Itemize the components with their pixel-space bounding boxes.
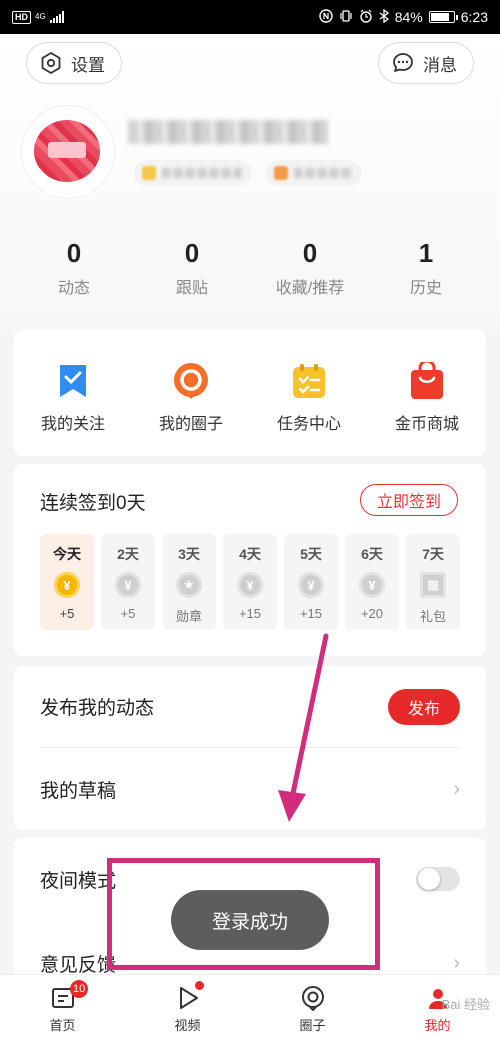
- publish-title: 发布我的动态: [40, 698, 155, 719]
- signin-day[interactable]: 今天 ¥ +5: [40, 534, 94, 630]
- watermark: Bai 经验: [441, 997, 490, 1012]
- signin-day[interactable]: 7天 ▦ 礼包: [406, 534, 460, 630]
- quick-links-card: 我的关注 我的圈子 任务中心 金币商城: [14, 330, 486, 456]
- signin-day[interactable]: 2天 ¥ +5: [101, 534, 155, 630]
- profile-header: 设置 消息 0 动态 0 跟贴 0 收藏/推荐 1 历史: [0, 34, 500, 330]
- settings-icon: [41, 52, 61, 74]
- quick-link-following[interactable]: 我的关注: [14, 330, 132, 456]
- annotation-highlight-box: [107, 858, 380, 970]
- drafts-row[interactable]: 我的草稿 ›: [40, 748, 460, 830]
- messages-label: 消息: [423, 55, 457, 75]
- quick-link-circles[interactable]: 我的圈子: [132, 330, 250, 456]
- signin-day[interactable]: 5天 ¥ +15: [284, 534, 338, 630]
- chevron-right-icon: ›: [453, 777, 460, 800]
- nav-video[interactable]: 视频: [125, 975, 250, 1039]
- message-icon: [393, 53, 413, 72]
- coin-icon: ¥: [237, 572, 263, 598]
- battery-icon: [428, 11, 458, 23]
- feedback-label: 意见反馈: [40, 954, 117, 976]
- stat-posts[interactable]: 0 动态: [0, 238, 148, 298]
- coin-icon: ¥: [54, 572, 80, 598]
- signin-day[interactable]: 3天 ★ 勋章: [162, 534, 216, 630]
- vibrate-icon: [339, 9, 353, 26]
- avatar[interactable]: [22, 106, 114, 198]
- username-blurred[interactable]: [128, 120, 328, 144]
- publish-row[interactable]: 发布我的动态 发布: [40, 666, 460, 748]
- night-mode-label: 夜间模式: [40, 870, 117, 892]
- battery-percent: 84%: [394, 9, 423, 25]
- nfc-icon: [319, 8, 333, 26]
- coin-icon: ¥: [359, 572, 385, 598]
- stat-history[interactable]: 1 历史: [384, 238, 468, 298]
- night-mode-toggle[interactable]: [416, 867, 460, 891]
- drafts-label: 我的草稿: [40, 780, 117, 802]
- circle-chat-icon: [174, 363, 208, 399]
- signin-day[interactable]: 6天 ¥ +20: [345, 534, 399, 630]
- alarm-icon: [359, 9, 373, 26]
- nav-circle[interactable]: 圈子: [250, 975, 375, 1039]
- signal-icon: [49, 11, 64, 23]
- settings-label: 设置: [71, 55, 105, 75]
- signin-day[interactable]: 4天 ¥ +15: [223, 534, 277, 630]
- settings-button[interactable]: 设置: [26, 42, 122, 84]
- bluetooth-icon: [379, 8, 389, 26]
- coin-icon: ¥: [115, 572, 141, 598]
- circle-icon: [301, 986, 324, 1011]
- signin-card: 连续签到0天 立即签到 今天 ¥ +5 2天 ¥ +5 3天 ★ 勋章 4天 ¥…: [14, 464, 486, 656]
- stat-comments[interactable]: 0 跟贴: [148, 238, 236, 298]
- shopping-bag-icon: [411, 362, 443, 399]
- clock: 6:23: [460, 9, 488, 25]
- publish-button[interactable]: 发布: [387, 688, 460, 725]
- user-level-tag[interactable]: [134, 160, 252, 186]
- clipboard-icon: [293, 364, 325, 398]
- network-type: 4G: [35, 12, 46, 21]
- signin-button[interactable]: 立即签到: [359, 484, 458, 516]
- status-bar: HD 4G 84% 6:23: [0, 0, 500, 34]
- bottom-nav: 10 首页 视频 圈子 我的: [0, 974, 500, 1039]
- video-new-dot: [195, 981, 204, 990]
- bookmark-icon: [60, 365, 86, 397]
- messages-button[interactable]: 消息: [378, 42, 474, 84]
- medal-icon: ★: [176, 572, 202, 598]
- coin-icon: ¥: [298, 572, 324, 598]
- stat-favorites[interactable]: 0 收藏/推荐: [236, 238, 384, 298]
- posts-card: 发布我的动态 发布 我的草稿 ›: [14, 666, 486, 830]
- hd-indicator: HD: [12, 10, 31, 24]
- quick-link-tasks[interactable]: 任务中心: [250, 330, 368, 456]
- chevron-right-icon: ›: [453, 951, 460, 974]
- user-coin-tag[interactable]: [266, 160, 362, 186]
- gift-icon: ▦: [420, 572, 446, 598]
- home-badge: 10: [70, 980, 89, 998]
- nav-home[interactable]: 10 首页: [0, 975, 125, 1039]
- quick-link-coin-mall[interactable]: 金币商城: [368, 330, 486, 456]
- signin-days: 今天 ¥ +5 2天 ¥ +5 3天 ★ 勋章 4天 ¥ +15 5天 ¥ +1…: [40, 534, 460, 630]
- stats-row: 0 动态 0 跟贴 0 收藏/推荐 1 历史: [0, 238, 500, 298]
- signin-title: 连续签到0天: [40, 493, 146, 514]
